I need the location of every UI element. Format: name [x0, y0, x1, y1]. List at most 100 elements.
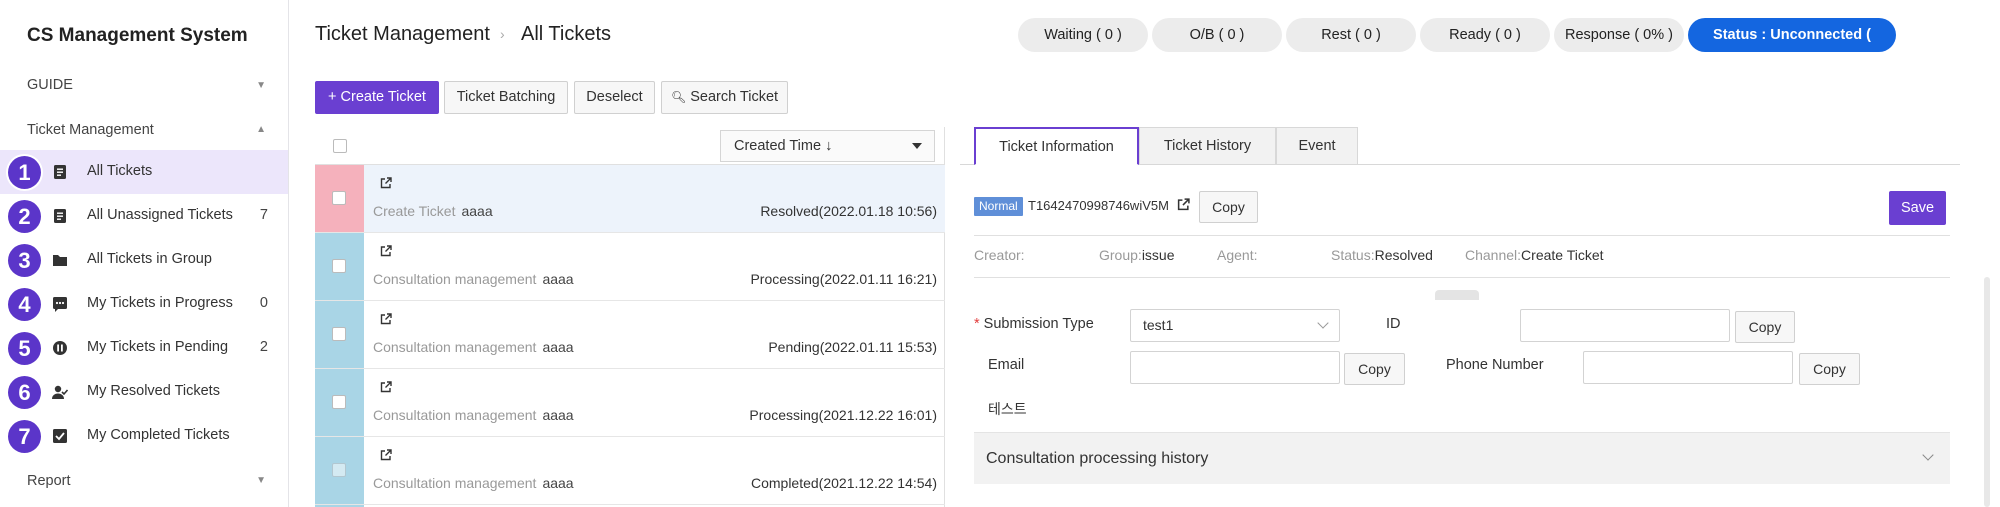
create-ticket-button[interactable]: + Create Ticket	[315, 81, 439, 114]
sidebar-item-label: All Unassigned Tickets	[87, 207, 233, 223]
copy-phone-button[interactable]: Copy	[1799, 353, 1860, 385]
id-label: ID	[1386, 316, 1401, 332]
divider	[974, 235, 1950, 236]
ticket-row-status: Pending(2022.01.11 15:53)	[768, 339, 937, 355]
tab-event[interactable]: Event	[1276, 127, 1358, 165]
priority-badge: Normal	[974, 197, 1023, 216]
meta-status: Status:Resolved	[1331, 247, 1433, 263]
ticket-row[interactable]: Consultation management aaaa Processing(2…	[315, 233, 945, 301]
required-mark: *	[974, 316, 980, 332]
ticket-id: T1642470998746wiV5M	[1028, 198, 1169, 213]
ticket-row-checkbox[interactable]	[332, 191, 346, 205]
tab-ticket-history[interactable]: Ticket History	[1139, 127, 1276, 165]
deselect-button[interactable]: Deselect	[574, 81, 655, 114]
meta-status-value: Resolved	[1374, 247, 1433, 263]
ticket-row-status: Resolved(2022.01.18 10:56)	[760, 203, 937, 219]
scrollbar[interactable]	[1984, 277, 1990, 507]
step-number-badge: 4	[8, 288, 41, 321]
extra-field-label: 테스트	[988, 401, 1027, 417]
ticket-batching-button[interactable]: Ticket Batching	[444, 81, 568, 114]
chevron-down-icon[interactable]: ▼	[256, 475, 266, 486]
tab-ticket-information[interactable]: Ticket Information	[974, 127, 1139, 165]
accordion-title: Consultation processing history	[986, 450, 1209, 467]
ticket-detail-panel: Ticket Information Ticket History Event …	[960, 127, 2000, 507]
ticket-row[interactable]: Consultation management aaaa Pending(2022…	[315, 301, 945, 369]
sidebar-item-label: My Tickets in Pending	[87, 339, 229, 355]
copy-ticket-id-button[interactable]: Copy	[1199, 191, 1258, 223]
chevron-down-icon	[1317, 317, 1329, 329]
chevron-down-icon[interactable]: ▼	[256, 80, 266, 91]
external-link-icon[interactable]	[380, 177, 392, 189]
chevron-up-icon[interactable]: ▲	[256, 124, 266, 135]
ticket-row-checkbox[interactable]	[332, 463, 346, 477]
ticket-row-status: Processing(2022.01.11 16:21)	[750, 271, 937, 287]
sidebar-item-my-resolved-tickets[interactable]: 6 My Resolved Tickets	[0, 370, 288, 414]
meta-creator-label: Creator:	[974, 247, 1025, 263]
ticket-row[interactable]: Consultation management aaaa Processing(2…	[315, 369, 945, 437]
checkbox-icon	[53, 429, 67, 443]
pill-waiting[interactable]: Waiting ( 0 )	[1018, 18, 1148, 52]
pill-rest[interactable]: Rest ( 0 )	[1286, 18, 1416, 52]
pill-outbound[interactable]: O/B ( 0 )	[1152, 18, 1282, 52]
external-link-icon[interactable]	[380, 245, 392, 257]
pill-response[interactable]: Response ( 0% )	[1554, 18, 1684, 52]
meta-creator: Creator:	[974, 247, 1025, 263]
ticket-row-checkbox[interactable]	[332, 395, 346, 409]
step-number-badge: 5	[8, 332, 41, 365]
external-link-icon[interactable]	[1177, 198, 1190, 211]
submission-type-select[interactable]: test1	[1130, 309, 1340, 342]
chevron-down-icon	[1922, 449, 1934, 461]
phone-number-field[interactable]	[1583, 351, 1793, 384]
divider	[974, 277, 1950, 278]
sidebar-item-my-completed-tickets[interactable]: 7 My Completed Tickets	[0, 414, 288, 458]
ticket-row[interactable]: Consultation management aaaa Completed(20…	[315, 437, 945, 505]
sidebar-item-all-unassigned-tickets[interactable]: 2 All Unassigned Tickets 7	[0, 194, 288, 238]
sidebar-item-my-tickets-in-pending[interactable]: 5 My Tickets in Pending 2	[0, 326, 288, 370]
sidebar-section-ticket-management[interactable]: Ticket Management	[27, 122, 154, 138]
external-link-icon[interactable]	[380, 313, 392, 325]
ticket-channel: Consultation management	[373, 475, 537, 491]
search-ticket-button[interactable]: 🔍︎ Search Ticket	[661, 81, 788, 114]
ticket-list-icon	[54, 209, 66, 223]
ticket-list: Created Time ↓ Create Ticket aaaa Resolve…	[315, 127, 945, 507]
copy-id-button[interactable]: Copy	[1735, 311, 1795, 343]
external-link-icon[interactable]	[380, 381, 392, 393]
status-pill[interactable]: Status : Unconnected ( 00:00:00 )	[1688, 18, 1896, 77]
ticket-row[interactable]: Create Ticket aaaa Resolved(2022.01.18 10…	[315, 165, 945, 233]
sidebar-section-guide[interactable]: GUIDE	[27, 77, 73, 93]
sort-select[interactable]: Created Time ↓	[720, 130, 935, 162]
ticket-customer: aaaa	[542, 407, 574, 423]
chat-dots-icon	[53, 297, 67, 312]
user-check-icon	[52, 385, 68, 399]
consultation-history-accordion[interactable]: Consultation processing history	[974, 432, 1950, 484]
external-link-icon[interactable]	[380, 449, 392, 461]
ticket-row-channel: Consultation management aaaa	[373, 339, 574, 355]
sidebar-item-label: My Tickets in Progress	[87, 295, 233, 311]
select-all-checkbox[interactable]	[333, 139, 347, 153]
copy-email-button[interactable]: Copy	[1344, 353, 1405, 385]
ticket-row-status: Processing(2021.12.22 16:01)	[749, 407, 937, 423]
ticket-row-channel: Consultation management aaaa	[373, 271, 574, 287]
step-number-badge: 6	[8, 376, 41, 409]
breadcrumb-parent[interactable]: Ticket Management	[315, 23, 490, 46]
collapse-handle[interactable]	[1435, 290, 1479, 300]
email-field[interactable]	[1130, 351, 1340, 384]
ticket-row-checkbox[interactable]	[332, 259, 346, 273]
ticket-row-checkbox[interactable]	[332, 327, 346, 341]
ticket-channel: Create Ticket	[373, 203, 456, 219]
sidebar-item-my-tickets-in-progress[interactable]: 4 My Tickets in Progress 0	[0, 282, 288, 326]
sidebar-item-all-tickets-in-group[interactable]: 3 All Tickets in Group	[0, 238, 288, 282]
pill-ready[interactable]: Ready ( 0 )	[1420, 18, 1550, 52]
sidebar-item-label: My Resolved Tickets	[87, 383, 220, 399]
ticket-row-channel: Consultation management aaaa	[373, 475, 574, 491]
step-number-badge: 2	[8, 200, 41, 233]
sidebar-item-label: All Tickets	[87, 163, 153, 179]
step-number-badge: 3	[8, 244, 41, 277]
ticket-list-header: Created Time ↓	[315, 127, 945, 165]
ticket-channel: Consultation management	[373, 339, 537, 355]
save-button[interactable]: Save	[1889, 191, 1946, 225]
ticket-customer: aaaa	[542, 271, 574, 287]
id-field[interactable]	[1520, 309, 1730, 342]
sidebar-item-all-tickets[interactable]: 1 All Tickets	[0, 150, 288, 194]
sidebar-section-report[interactable]: Report	[27, 473, 71, 489]
